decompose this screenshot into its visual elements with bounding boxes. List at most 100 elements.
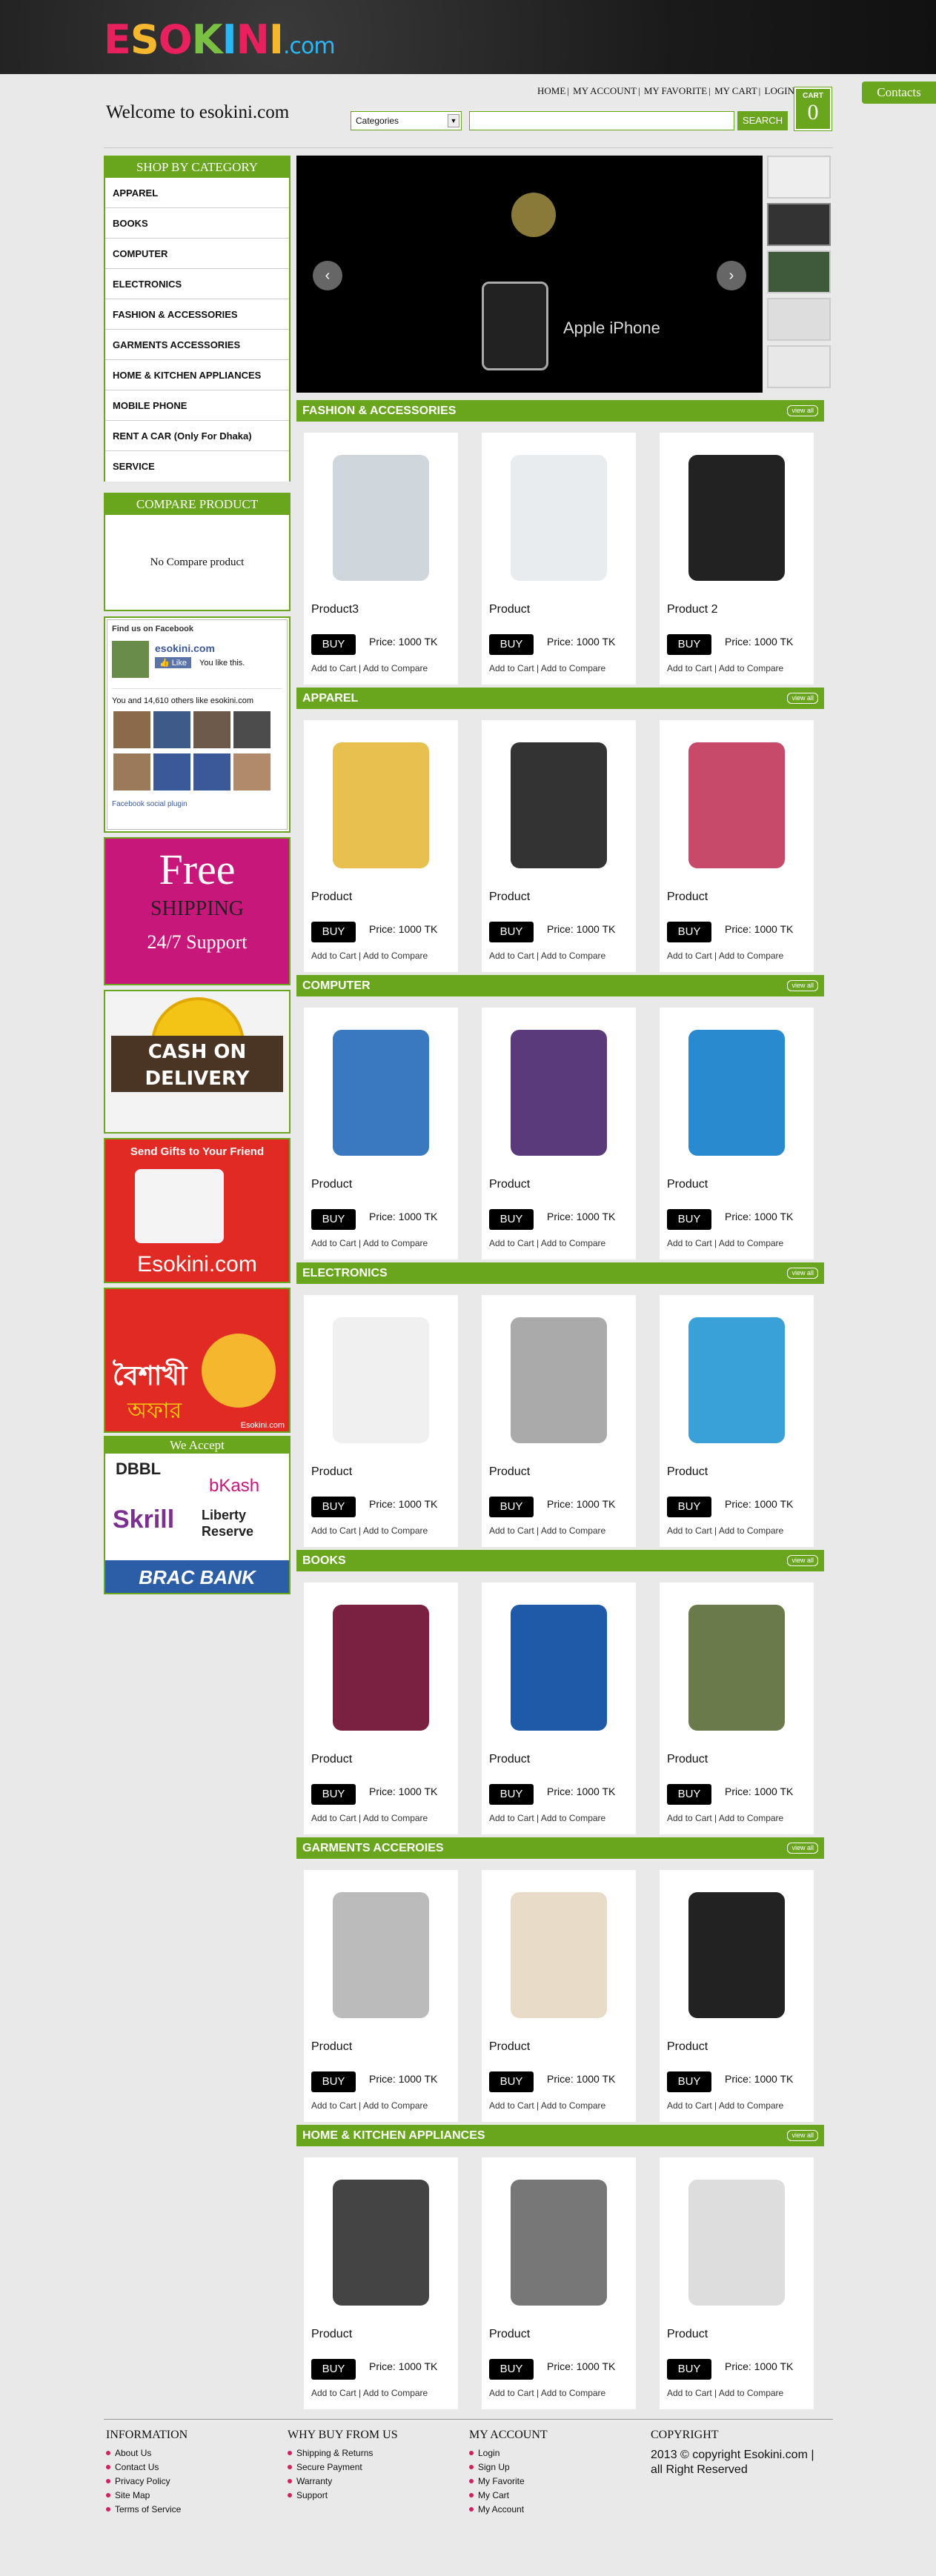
buy-button[interactable]: BUY	[667, 1209, 711, 1230]
product-name[interactable]: Product	[311, 1753, 352, 1766]
product-image[interactable]	[311, 2165, 451, 2320]
add-to-cart-link[interactable]: Add to Cart	[667, 1525, 712, 1536]
product-image[interactable]	[489, 2165, 628, 2320]
slider-thumb-1[interactable]	[767, 156, 831, 199]
buy-button[interactable]: BUY	[489, 2359, 534, 2380]
add-to-compare-link[interactable]: Add to Compare	[363, 1238, 428, 1248]
add-to-cart-link[interactable]: Add to Cart	[311, 2388, 356, 2398]
buy-button[interactable]: BUY	[489, 1209, 534, 1230]
product-image[interactable]	[489, 728, 628, 883]
product-name[interactable]: Product	[489, 603, 530, 616]
add-to-cart-link[interactable]: Add to Cart	[311, 663, 356, 673]
product-name[interactable]: Product	[667, 891, 708, 904]
view-all-link[interactable]: view all	[787, 980, 818, 991]
avatar[interactable]	[113, 711, 150, 748]
footer-link-cart[interactable]: My Cart	[469, 2490, 647, 2500]
category-fashion[interactable]: FASHION & ACCESSORIES	[105, 299, 289, 330]
hero-slider[interactable]: Apple iPhone ‹ ›	[296, 156, 763, 393]
view-all-link[interactable]: view all	[787, 1555, 818, 1566]
product-image[interactable]	[311, 1877, 451, 2033]
avatar[interactable]	[113, 753, 150, 791]
footer-link-favorite[interactable]: My Favorite	[469, 2476, 647, 2486]
view-all-link[interactable]: view all	[787, 2130, 818, 2141]
footer-link-warranty[interactable]: Warranty	[288, 2476, 465, 2486]
category-computer[interactable]: COMPUTER	[105, 239, 289, 269]
product-name[interactable]: Product	[489, 2040, 530, 2054]
add-to-compare-link[interactable]: Add to Compare	[719, 2388, 783, 2398]
buy-button[interactable]: BUY	[667, 2359, 711, 2380]
add-to-compare-link[interactable]: Add to Compare	[541, 2100, 605, 2111]
add-to-cart-link[interactable]: Add to Cart	[489, 2100, 534, 2111]
product-image[interactable]	[489, 1015, 628, 1171]
search-input[interactable]	[469, 111, 734, 130]
product-name[interactable]: Product	[667, 1178, 708, 1191]
product-image[interactable]	[311, 728, 451, 883]
product-image[interactable]	[489, 440, 628, 596]
add-to-cart-link[interactable]: Add to Cart	[489, 2388, 534, 2398]
buy-button[interactable]: BUY	[311, 1209, 356, 1230]
buy-button[interactable]: BUY	[489, 1497, 534, 1517]
product-image[interactable]	[311, 440, 451, 596]
buy-button[interactable]: BUY	[311, 634, 356, 655]
buy-button[interactable]: BUY	[667, 2071, 711, 2092]
slider-thumb-4[interactable]	[767, 298, 831, 341]
buy-button[interactable]: BUY	[311, 1497, 356, 1517]
nav-my-favorite[interactable]: MY FAVORITE	[644, 85, 707, 96]
add-to-compare-link[interactable]: Add to Compare	[719, 1525, 783, 1536]
buy-button[interactable]: BUY	[489, 922, 534, 942]
slider-thumb-3[interactable]	[767, 250, 831, 293]
footer-link-sitemap[interactable]: Site Map	[106, 2490, 284, 2500]
product-name[interactable]: Product 2	[667, 603, 717, 616]
add-to-cart-link[interactable]: Add to Cart	[311, 1813, 356, 1823]
category-select[interactable]: Categories ▼	[351, 111, 462, 130]
buy-button[interactable]: BUY	[311, 2071, 356, 2092]
add-to-cart-link[interactable]: Add to Cart	[311, 1525, 356, 1536]
product-image[interactable]	[667, 1015, 806, 1171]
buy-button[interactable]: BUY	[667, 1497, 711, 1517]
product-name[interactable]: Product	[489, 2328, 530, 2341]
add-to-cart-link[interactable]: Add to Cart	[667, 663, 712, 673]
product-name[interactable]: Product	[311, 1178, 352, 1191]
footer-link-shipping[interactable]: Shipping & Returns	[288, 2448, 465, 2458]
product-name[interactable]: Product	[311, 1465, 352, 1479]
slider-thumb-2[interactable]	[767, 203, 831, 246]
add-to-compare-link[interactable]: Add to Compare	[541, 1238, 605, 1248]
add-to-compare-link[interactable]: Add to Compare	[541, 951, 605, 961]
product-name[interactable]: Product	[489, 891, 530, 904]
add-to-compare-link[interactable]: Add to Compare	[363, 2388, 428, 2398]
slider-thumb-5[interactable]	[767, 345, 831, 388]
add-to-cart-link[interactable]: Add to Cart	[667, 951, 712, 961]
product-name[interactable]: Product	[311, 2040, 352, 2054]
avatar[interactable]	[233, 753, 270, 791]
nav-login[interactable]: LOGIN	[765, 85, 794, 96]
product-image[interactable]	[667, 440, 806, 596]
view-all-link[interactable]: view all	[787, 693, 818, 704]
add-to-compare-link[interactable]: Add to Compare	[719, 1238, 783, 1248]
product-name[interactable]: Product	[311, 891, 352, 904]
add-to-cart-link[interactable]: Add to Cart	[311, 1238, 356, 1248]
footer-link-payment[interactable]: Secure Payment	[288, 2462, 465, 2472]
cash-on-delivery-ad[interactable]: CASH ON DELIVERY	[104, 990, 291, 1134]
category-mobile[interactable]: MOBILE PHONE	[105, 390, 289, 421]
nav-home[interactable]: HOME	[537, 85, 565, 96]
category-apparel[interactable]: APPAREL	[105, 178, 289, 208]
contacts-tab[interactable]: Contacts	[862, 81, 936, 104]
view-all-link[interactable]: view all	[787, 405, 818, 416]
buy-button[interactable]: BUY	[667, 1784, 711, 1805]
add-to-compare-link[interactable]: Add to Compare	[541, 663, 605, 673]
product-name[interactable]: Product	[311, 2328, 352, 2341]
product-image[interactable]	[489, 1877, 628, 2033]
product-name[interactable]: Product	[667, 1465, 708, 1479]
add-to-cart-link[interactable]: Add to Cart	[667, 2388, 712, 2398]
add-to-compare-link[interactable]: Add to Compare	[541, 2388, 605, 2398]
avatar[interactable]	[153, 753, 190, 791]
add-to-compare-link[interactable]: Add to Compare	[719, 951, 783, 961]
add-to-compare-link[interactable]: Add to Compare	[719, 1813, 783, 1823]
footer-link-contact[interactable]: Contact Us	[106, 2462, 284, 2472]
category-service[interactable]: SERVICE	[105, 451, 289, 482]
category-rent-car[interactable]: RENT A CAR (Only For Dhaka)	[105, 421, 289, 451]
search-button[interactable]: SEARCH	[737, 111, 788, 130]
site-logo[interactable]: ESOKINI.com	[104, 16, 336, 63]
facebook-like-button[interactable]: 👍 Like	[155, 657, 191, 668]
buy-button[interactable]: BUY	[489, 2071, 534, 2092]
